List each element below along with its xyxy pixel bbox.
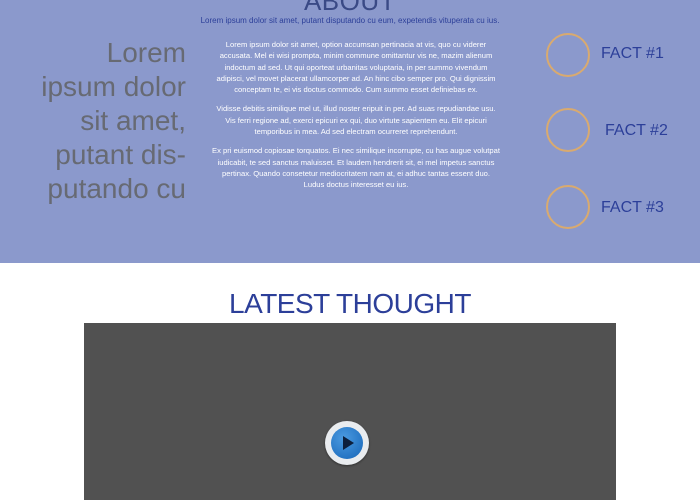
pull-quote-line: putando cu xyxy=(47,173,186,204)
circle-outline-icon xyxy=(546,185,590,229)
video-player[interactable] xyxy=(84,323,616,500)
pull-quote-line: Lorem xyxy=(106,37,186,68)
about-subtitle: Lorem ipsum dolor sit amet, putant dispu… xyxy=(200,16,500,25)
about-body: Lorem ipsum dolor sit amet, option accum… xyxy=(212,39,500,199)
pull-quote-line: putant dis- xyxy=(55,139,186,170)
latest-thought-title: LATEST THOUGHT xyxy=(229,288,471,319)
about-paragraph: Vidisse debitis similique mel ut, illud … xyxy=(216,104,496,137)
fact-label: FACT #3 xyxy=(601,199,664,216)
fact-label: FACT #1 xyxy=(601,45,664,62)
about-paragraph: Lorem ipsum dolor sit amet, option accum… xyxy=(216,40,496,95)
play-button[interactable] xyxy=(325,421,369,465)
about-section: ABOUT Lorem ipsum dolor sit amet, putant… xyxy=(0,0,700,263)
about-paragraph: Ex pri euismod copiosae torquatos. Ei ne… xyxy=(212,146,500,190)
pull-quote-line: sit amet, xyxy=(80,105,186,136)
circle-outline-icon xyxy=(546,33,590,77)
play-triangle-icon xyxy=(343,436,354,450)
play-icon[interactable] xyxy=(331,427,363,459)
about-title: ABOUT xyxy=(303,0,397,16)
fact-label: FACT #2 xyxy=(605,122,668,139)
pull-quote: Lorem ipsum dolor sit amet, putant dis- … xyxy=(18,36,186,206)
circle-outline-icon xyxy=(546,108,590,152)
pull-quote-line: ipsum dolor xyxy=(41,71,186,102)
